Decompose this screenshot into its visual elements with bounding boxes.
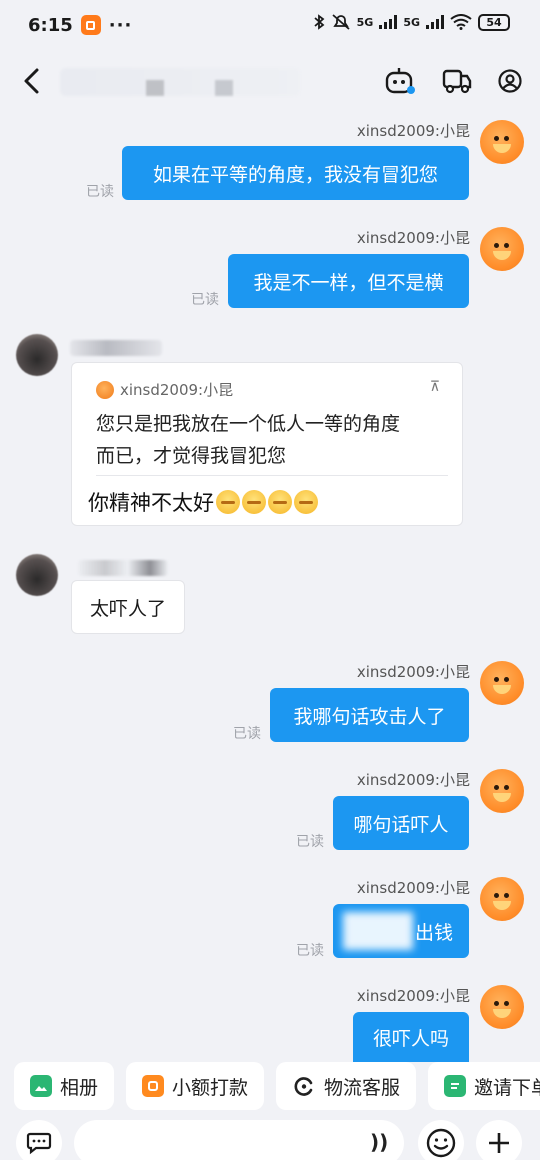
read-receipt: 已读 bbox=[191, 292, 219, 308]
chat-bubble-icon bbox=[26, 1132, 52, 1155]
reply-text: 你精神不太好 bbox=[88, 487, 318, 517]
signal-icon-2 bbox=[426, 15, 444, 29]
message-bubble[interactable]: 哪句话吓人 bbox=[333, 796, 469, 850]
plus-icon bbox=[489, 1133, 509, 1153]
quick-reply-button[interactable] bbox=[16, 1120, 62, 1160]
message-bubble[interactable]: 很吓人吗 bbox=[353, 1012, 469, 1062]
message-text: 出钱 bbox=[414, 921, 453, 944]
app-notification-icon bbox=[80, 15, 101, 35]
network-5g-label: 5G bbox=[356, 15, 374, 29]
payment-icon bbox=[142, 1075, 165, 1097]
quick-action-logistics-service[interactable]: 物流客服 bbox=[276, 1062, 417, 1110]
contact-name bbox=[70, 340, 162, 356]
photo-icon bbox=[30, 1075, 52, 1097]
quick-actions-bar: 相册 小额打款 物流客服 邀请下单 bbox=[0, 1062, 540, 1118]
back-arrow-icon[interactable] bbox=[20, 64, 42, 98]
redacted-text-blur bbox=[343, 912, 413, 950]
quoted-reply-bubble[interactable]: xinsd2009:小昆 ⊼ 您只是把我放在一个低人一等的角度而已，才觉得我冒犯… bbox=[71, 362, 463, 526]
read-receipt: 已读 bbox=[233, 726, 261, 742]
message-sender: xinsd2009:小昆 bbox=[356, 879, 470, 897]
sweat-emoji-icon bbox=[242, 490, 266, 514]
input-bar: )) bbox=[0, 1118, 540, 1160]
avatar[interactable] bbox=[480, 120, 524, 164]
add-attachment-button[interactable] bbox=[476, 1120, 522, 1160]
message-bubble[interactable]: 如果在平等的角度，我没有冒犯您 bbox=[122, 146, 469, 200]
quote-sender: xinsd2009:小昆 bbox=[120, 381, 234, 399]
read-receipt: 已读 bbox=[296, 834, 324, 850]
header-actions bbox=[384, 66, 522, 96]
smiley-icon bbox=[426, 1128, 456, 1158]
quick-action-album[interactable]: 相册 bbox=[14, 1062, 115, 1110]
signal-icon bbox=[379, 15, 398, 29]
wifi-icon bbox=[450, 14, 472, 30]
message-bubble[interactable]: 出钱 bbox=[333, 904, 469, 958]
message-bubble[interactable]: 太吓人了 bbox=[71, 580, 185, 634]
quote-collapse-icon[interactable]: ⊼ bbox=[430, 379, 440, 395]
more-notifications: ··· bbox=[108, 14, 133, 36]
chat-title bbox=[60, 68, 300, 96]
sweat-emoji-icon bbox=[268, 490, 292, 514]
robot-assistant-icon[interactable] bbox=[384, 66, 416, 96]
sweat-emoji-icon bbox=[294, 490, 318, 514]
status-time: 6:15 bbox=[28, 14, 73, 36]
avatar[interactable] bbox=[480, 769, 524, 813]
message-sender: xinsd2009:小昆 bbox=[356, 771, 470, 789]
sweat-emoji-icon bbox=[216, 490, 240, 514]
logistics-truck-icon[interactable] bbox=[442, 67, 472, 95]
status-indicators: 5G 5G 54 bbox=[313, 13, 510, 31]
avatar[interactable] bbox=[480, 227, 524, 271]
quoted-message-text: 您只是把我放在一个低人一等的角度而已，才觉得我冒犯您 bbox=[96, 413, 401, 467]
contact-name bbox=[78, 560, 168, 576]
avatar[interactable] bbox=[16, 334, 58, 376]
message-sender: xinsd2009:小昆 bbox=[356, 229, 470, 247]
message-sender: xinsd2009:小昆 bbox=[356, 987, 470, 1005]
avatar[interactable] bbox=[16, 554, 58, 596]
network-5g-label-2: 5G bbox=[403, 15, 420, 29]
chat-header bbox=[0, 50, 540, 112]
message-sender: xinsd2009:小昆 bbox=[356, 663, 470, 681]
quick-action-label: 小额打款 bbox=[172, 1076, 249, 1099]
quick-action-label: 物流客服 bbox=[324, 1076, 401, 1099]
quick-action-label: 邀请下单 bbox=[474, 1076, 540, 1099]
emoji-button[interactable] bbox=[418, 1120, 464, 1160]
voice-input-icon[interactable]: )) bbox=[370, 1130, 388, 1154]
profile-icon[interactable] bbox=[498, 69, 522, 93]
invite-order-icon bbox=[444, 1075, 467, 1097]
quick-action-invite-order[interactable]: 邀请下单 bbox=[428, 1062, 540, 1110]
reply-message: 你精神不太好 bbox=[88, 491, 214, 515]
message-sender: xinsd2009:小昆 bbox=[356, 122, 470, 140]
message-bubble[interactable]: 我是不一样，但不是横 bbox=[228, 254, 469, 308]
quick-action-label: 相册 bbox=[60, 1076, 99, 1099]
quote-divider bbox=[96, 475, 448, 476]
message-bubble[interactable]: 我哪句话攻击人了 bbox=[270, 688, 469, 742]
read-receipt: 已读 bbox=[296, 943, 324, 959]
mute-icon bbox=[332, 14, 350, 30]
bluetooth-icon bbox=[314, 14, 325, 30]
avatar[interactable] bbox=[480, 985, 524, 1029]
service-icon bbox=[294, 1077, 313, 1096]
avatar[interactable] bbox=[480, 661, 524, 705]
message-input[interactable] bbox=[74, 1120, 404, 1160]
quote-avatar bbox=[96, 380, 114, 399]
avatar[interactable] bbox=[480, 877, 524, 921]
quote-header: xinsd2009:小昆 bbox=[96, 379, 233, 400]
battery-indicator: 54 bbox=[478, 13, 510, 31]
quick-action-small-payment[interactable]: 小额打款 bbox=[126, 1062, 265, 1110]
read-receipt: 已读 bbox=[86, 184, 114, 200]
